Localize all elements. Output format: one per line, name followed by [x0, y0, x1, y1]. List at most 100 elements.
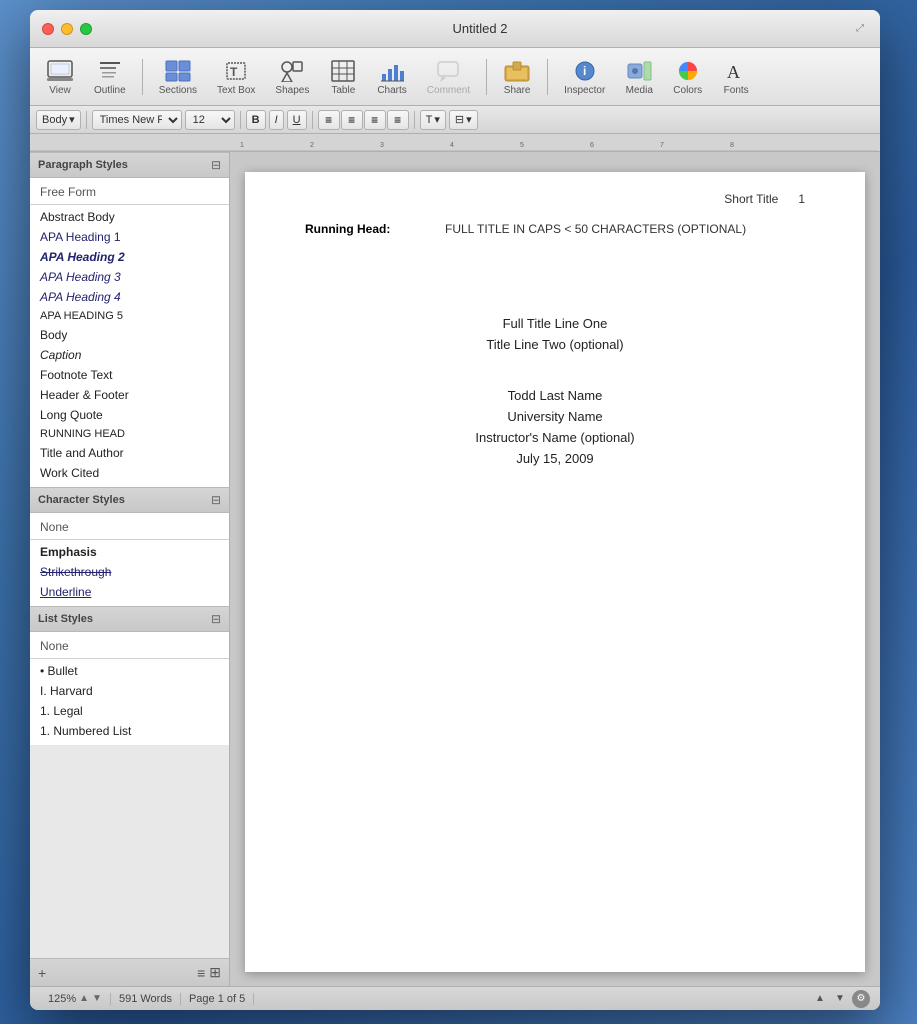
toolbar-view[interactable]: View — [38, 53, 82, 100]
style-item-work-cited[interactable]: Work Cited — [30, 463, 229, 483]
table-label: Table — [331, 85, 355, 96]
char-style-underline[interactable]: Underline — [30, 582, 229, 602]
columns-button[interactable]: ⊟ ▾ — [449, 110, 478, 130]
charts-icon — [378, 57, 406, 85]
maximize-button[interactable] — [80, 23, 92, 35]
zoom-section: 125% ▲ ▼ — [40, 993, 111, 1005]
view-label: View — [49, 85, 71, 96]
sections-label: Sections — [159, 85, 197, 96]
char-style-strikethrough[interactable]: Strikethrough — [30, 562, 229, 582]
underline-button[interactable]: U — [287, 110, 307, 130]
style-item-body[interactable]: Body — [30, 325, 229, 345]
comment-label: Comment — [427, 85, 470, 96]
style-item-title-author[interactable]: Title and Author — [30, 443, 229, 463]
zoom-up-arrow[interactable]: ▲ — [79, 993, 89, 1004]
grid-view-button[interactable]: ⊞ — [209, 964, 221, 981]
sections-icon — [164, 57, 192, 85]
toolbar-colors[interactable]: Colors — [665, 53, 710, 100]
comment-icon — [434, 57, 462, 85]
title-bar: Untitled 2 ⤢ — [30, 10, 880, 48]
document-area[interactable]: Short Title 1 Running Head: FULL TITLE I… — [230, 152, 880, 986]
zoom-down-arrow[interactable]: ▼ — [92, 993, 102, 1004]
svg-text:8: 8 — [730, 142, 734, 149]
toolbar-comment: Comment — [419, 53, 478, 100]
toolbar-inspector[interactable]: i Inspector — [556, 53, 613, 100]
doc-university: University Name — [507, 409, 602, 424]
outline-label: Outline — [94, 85, 126, 96]
style-item-apa-h1[interactable]: APA Heading 1 — [30, 227, 229, 247]
page-number: 1 — [798, 192, 805, 206]
toolbar-table[interactable]: Table — [321, 53, 365, 100]
style-item-apa-h2[interactable]: APA Heading 2 — [30, 247, 229, 267]
toolbar: View Outline — [30, 48, 880, 106]
running-head-content: FULL TITLE IN CAPS < 50 CHARACTERS (OPTI… — [445, 222, 746, 236]
words-section: 591 Words — [111, 993, 181, 1005]
italic-button[interactable]: I — [269, 110, 284, 130]
running-head-area: Running Head: FULL TITLE IN CAPS < 50 CH… — [305, 222, 805, 236]
nav-up-button[interactable]: ▲ — [812, 991, 828, 1007]
list-style-legal[interactable]: 1. Legal — [30, 701, 229, 721]
style-item-footnote[interactable]: Footnote Text — [30, 365, 229, 385]
title-line-1: Full Title Line One — [503, 316, 608, 331]
list-style-none[interactable]: None — [30, 636, 229, 656]
nav-buttons: ▲ ▼ ⚙ — [812, 990, 870, 1008]
page-count: Page 1 of 5 — [189, 993, 245, 1005]
style-item-apa-h3[interactable]: APA Heading 3 — [30, 267, 229, 287]
list-view-button[interactable]: ≡ — [197, 964, 205, 981]
list-style-numbered[interactable]: 1. Numbered List — [30, 721, 229, 741]
style-item-header-footer[interactable]: Header & Footer — [30, 385, 229, 405]
font-size-select[interactable]: 12 — [185, 110, 235, 130]
colors-label: Colors — [673, 85, 702, 96]
align-center-button[interactable]: ≡ — [341, 110, 363, 130]
add-style-button[interactable]: + — [38, 965, 46, 981]
charts-label: Charts — [377, 85, 406, 96]
toolbar-charts[interactable]: Charts — [369, 53, 414, 100]
list-styles-section: List Styles ⊟ None • Bullet I. Harvard 1… — [30, 606, 229, 745]
toolbar-sections[interactable]: Sections — [151, 53, 205, 100]
style-item-abstract-body[interactable]: Abstract Body — [30, 207, 229, 227]
align-right-button[interactable]: ≡ — [364, 110, 386, 130]
svg-text:3: 3 — [380, 142, 384, 149]
line-spacing-button[interactable]: T ▾ — [420, 110, 446, 130]
style-item-running-head[interactable]: RUNNING HEAD — [30, 425, 229, 443]
expand-icon[interactable]: ⤢ — [856, 23, 868, 35]
bold-button[interactable]: B — [246, 110, 266, 130]
font-name-select[interactable]: Times New Roman — [92, 110, 182, 130]
svg-text:7: 7 — [660, 142, 664, 149]
media-icon — [625, 57, 653, 85]
align-left-button[interactable]: ≡ — [318, 110, 340, 130]
style-item-long-quote[interactable]: Long Quote — [30, 405, 229, 425]
close-button[interactable] — [42, 23, 54, 35]
align-buttons: ≡ ≡ ≡ ≡ — [318, 110, 409, 130]
toolbar-outline[interactable]: Outline — [86, 53, 134, 100]
list-style-bullet[interactable]: • Bullet — [30, 661, 229, 681]
media-label: Media — [626, 85, 653, 96]
toolbar-shapes[interactable]: Shapes — [267, 53, 317, 100]
shapes-icon — [278, 57, 306, 85]
settings-button[interactable]: ⚙ — [852, 990, 870, 1008]
minimize-button[interactable] — [61, 23, 73, 35]
char-style-none[interactable]: None — [30, 517, 229, 537]
list-styles-expand[interactable]: ⊟ — [211, 612, 221, 626]
paragraph-styles-header: Paragraph Styles ⊟ — [30, 152, 229, 178]
toolbar-share[interactable]: Share — [495, 53, 539, 100]
svg-text:A: A — [727, 62, 740, 82]
zoom-value: 125% — [48, 993, 76, 1005]
char-style-emphasis[interactable]: Emphasis — [30, 542, 229, 562]
toolbar-fonts[interactable]: A Fonts — [714, 53, 758, 100]
nav-down-button[interactable]: ▼ — [832, 991, 848, 1007]
textbox-label: Text Box — [217, 85, 255, 96]
character-styles-expand[interactable]: ⊟ — [211, 493, 221, 507]
paragraph-style-btn[interactable]: Body ▾ — [36, 110, 81, 130]
svg-text:i: i — [583, 64, 586, 78]
list-style-harvard[interactable]: I. Harvard — [30, 681, 229, 701]
align-justify-button[interactable]: ≡ — [387, 110, 409, 130]
style-item-apa-h5[interactable]: APA HEADING 5 — [30, 307, 229, 325]
short-title: Short Title — [724, 192, 778, 206]
toolbar-textbox[interactable]: T Text Box — [209, 53, 263, 100]
style-item-free-form[interactable]: Free Form — [30, 182, 229, 202]
style-item-apa-h4[interactable]: APA Heading 4 — [30, 287, 229, 307]
toolbar-media[interactable]: Media — [617, 53, 661, 100]
style-item-caption[interactable]: Caption — [30, 345, 229, 365]
paragraph-styles-expand[interactable]: ⊟ — [211, 158, 221, 172]
